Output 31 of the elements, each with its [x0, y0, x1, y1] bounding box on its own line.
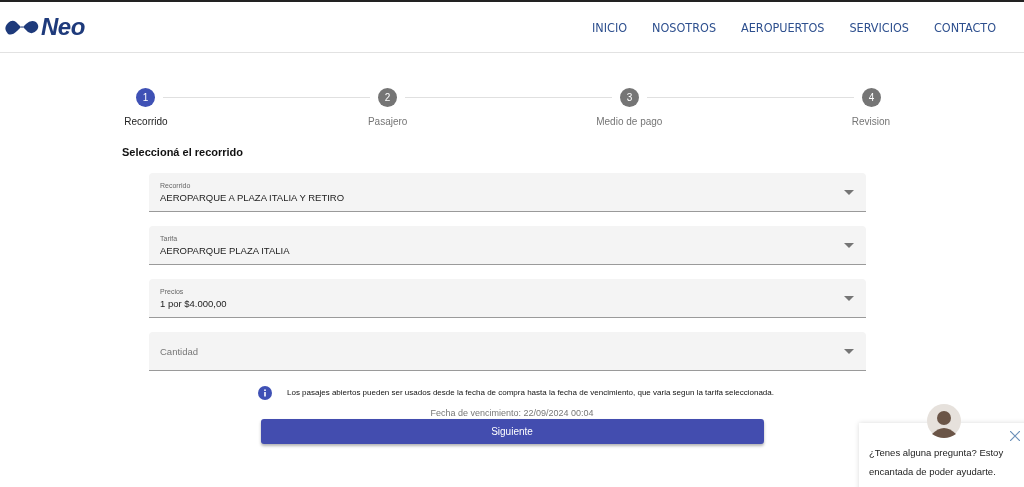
- nav-link[interactable]: INICIO: [592, 19, 628, 35]
- step-number[interactable]: 4: [862, 88, 881, 107]
- dropdown-arrow-icon: [844, 295, 854, 301]
- select-field[interactable]: Cantidad: [149, 332, 866, 371]
- step-label: Pasajero: [367, 116, 408, 127]
- step-number[interactable]: 3: [620, 88, 639, 107]
- nav-link[interactable]: AEROPUERTOS: [741, 19, 825, 35]
- field-value: 1 por $4.000,00: [160, 297, 227, 309]
- step-label: Medio de pago: [596, 116, 663, 127]
- avatar-icon: [927, 404, 961, 438]
- section-heading: Seleccioná el recorrido: [122, 146, 245, 158]
- next-button[interactable]: Siguiente: [260, 419, 764, 444]
- nav-link[interactable]: SERVICIOS: [849, 19, 909, 35]
- nav-link[interactable]: CONTACTO: [933, 19, 996, 35]
- close-icon[interactable]: [1010, 431, 1020, 441]
- step-label: Revision: [851, 116, 891, 127]
- field-value: AEROPARQUE A PLAZA ITALIA Y RETIRO: [160, 191, 345, 203]
- field-value: AEROPARQUE PLAZA ITALIA: [160, 244, 290, 256]
- step-number[interactable]: 2: [378, 88, 397, 107]
- field-placeholder: Cantidad: [160, 345, 199, 357]
- info-text: Los pasajes abiertos pueden ser usados desde la fecha de compra hasta la fecha de vencimiento, que varia segun la tarifa seleccionada.: [287, 387, 774, 399]
- step-label: Recorrido: [124, 116, 168, 127]
- chat-message: ¿Tenes alguna pregunta? Estoy encantada de poder ayudarte.: [869, 446, 1005, 479]
- nav-link[interactable]: NOSOTROS: [652, 19, 717, 35]
- step-number[interactable]: 1: [136, 88, 155, 107]
- dropdown-arrow-icon: [844, 348, 854, 354]
- dropdown-arrow-icon: [844, 242, 854, 248]
- info-icon: [258, 386, 272, 400]
- expiry-date: Fecha de vencimiento: 22/09/2024 00:04: [430, 408, 594, 418]
- logo-text: Neo: [41, 13, 85, 41]
- dropdown-arrow-icon: [844, 189, 854, 195]
